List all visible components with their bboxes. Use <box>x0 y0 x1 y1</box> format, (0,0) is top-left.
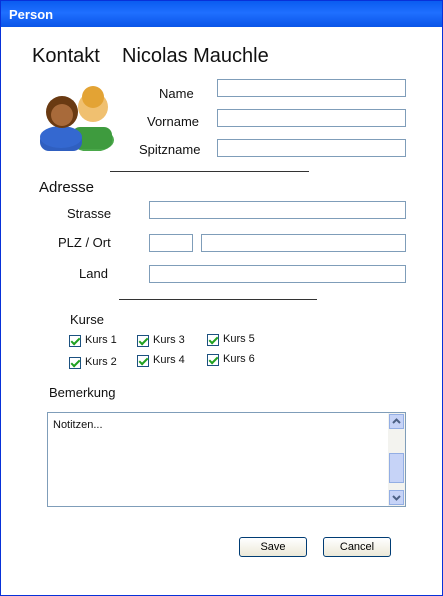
kurs-6-label: Kurs 6 <box>223 353 255 365</box>
window-title: Person <box>9 7 54 22</box>
chevron-up-icon <box>392 418 401 424</box>
contact-name: Nicolas Mauchle <box>122 45 269 67</box>
kurs-4-label: Kurs 4 <box>153 354 185 366</box>
users-icon <box>40 86 114 151</box>
kurs-6-checkbox[interactable] <box>207 354 219 366</box>
kurs-2-checkbox[interactable] <box>69 357 81 369</box>
plzort-label: PLZ / Ort <box>58 235 111 250</box>
kurs-5-label: Kurs 5 <box>223 333 255 345</box>
header-label: Kontakt <box>32 45 100 67</box>
name-label: Name <box>159 86 194 101</box>
kurs-1-checkbox[interactable] <box>69 335 81 347</box>
kurs-4-checkbox[interactable] <box>137 355 149 367</box>
kurs-2-label: Kurs 2 <box>85 356 117 368</box>
kurs-1-label: Kurs 1 <box>85 334 117 346</box>
strasse-input[interactable] <box>149 201 406 219</box>
address-heading: Adresse <box>39 179 95 196</box>
spitzname-label: Spitzname <box>139 142 201 157</box>
notes-textarea[interactable]: Notitzen... <box>47 412 406 507</box>
scroll-up-button[interactable] <box>389 414 404 429</box>
notes-scrollbar[interactable] <box>388 413 405 506</box>
kurs-3-label: Kurs 3 <box>153 334 185 346</box>
notes-text: Notitzen... <box>53 419 103 431</box>
strasse-label: Strasse <box>67 206 112 221</box>
plz-input[interactable] <box>149 234 193 252</box>
remarks-heading: Bemerkung <box>49 385 116 400</box>
title-bar: Person <box>1 1 442 27</box>
scroll-down-button[interactable] <box>389 490 404 505</box>
chevron-down-icon <box>392 495 401 501</box>
land-label: Land <box>79 266 108 281</box>
vorname-label: Vorname <box>147 114 200 129</box>
separator <box>119 299 317 300</box>
person-window: Person Kontakt Nicolas Mauchle Name Vorn… <box>0 0 443 596</box>
scroll-thumb[interactable] <box>389 453 404 483</box>
kurs-5-checkbox[interactable] <box>207 334 219 346</box>
separator <box>110 171 309 172</box>
kurs-3-checkbox[interactable] <box>137 335 149 347</box>
spitzname-input[interactable] <box>217 139 406 157</box>
name-input[interactable] <box>217 79 406 97</box>
save-button[interactable]: Save <box>239 537 307 557</box>
ort-input[interactable] <box>201 234 406 252</box>
vorname-input[interactable] <box>217 109 406 127</box>
land-input[interactable] <box>149 265 406 283</box>
cancel-button[interactable]: Cancel <box>323 537 391 557</box>
courses-heading: Kurse <box>70 312 104 327</box>
